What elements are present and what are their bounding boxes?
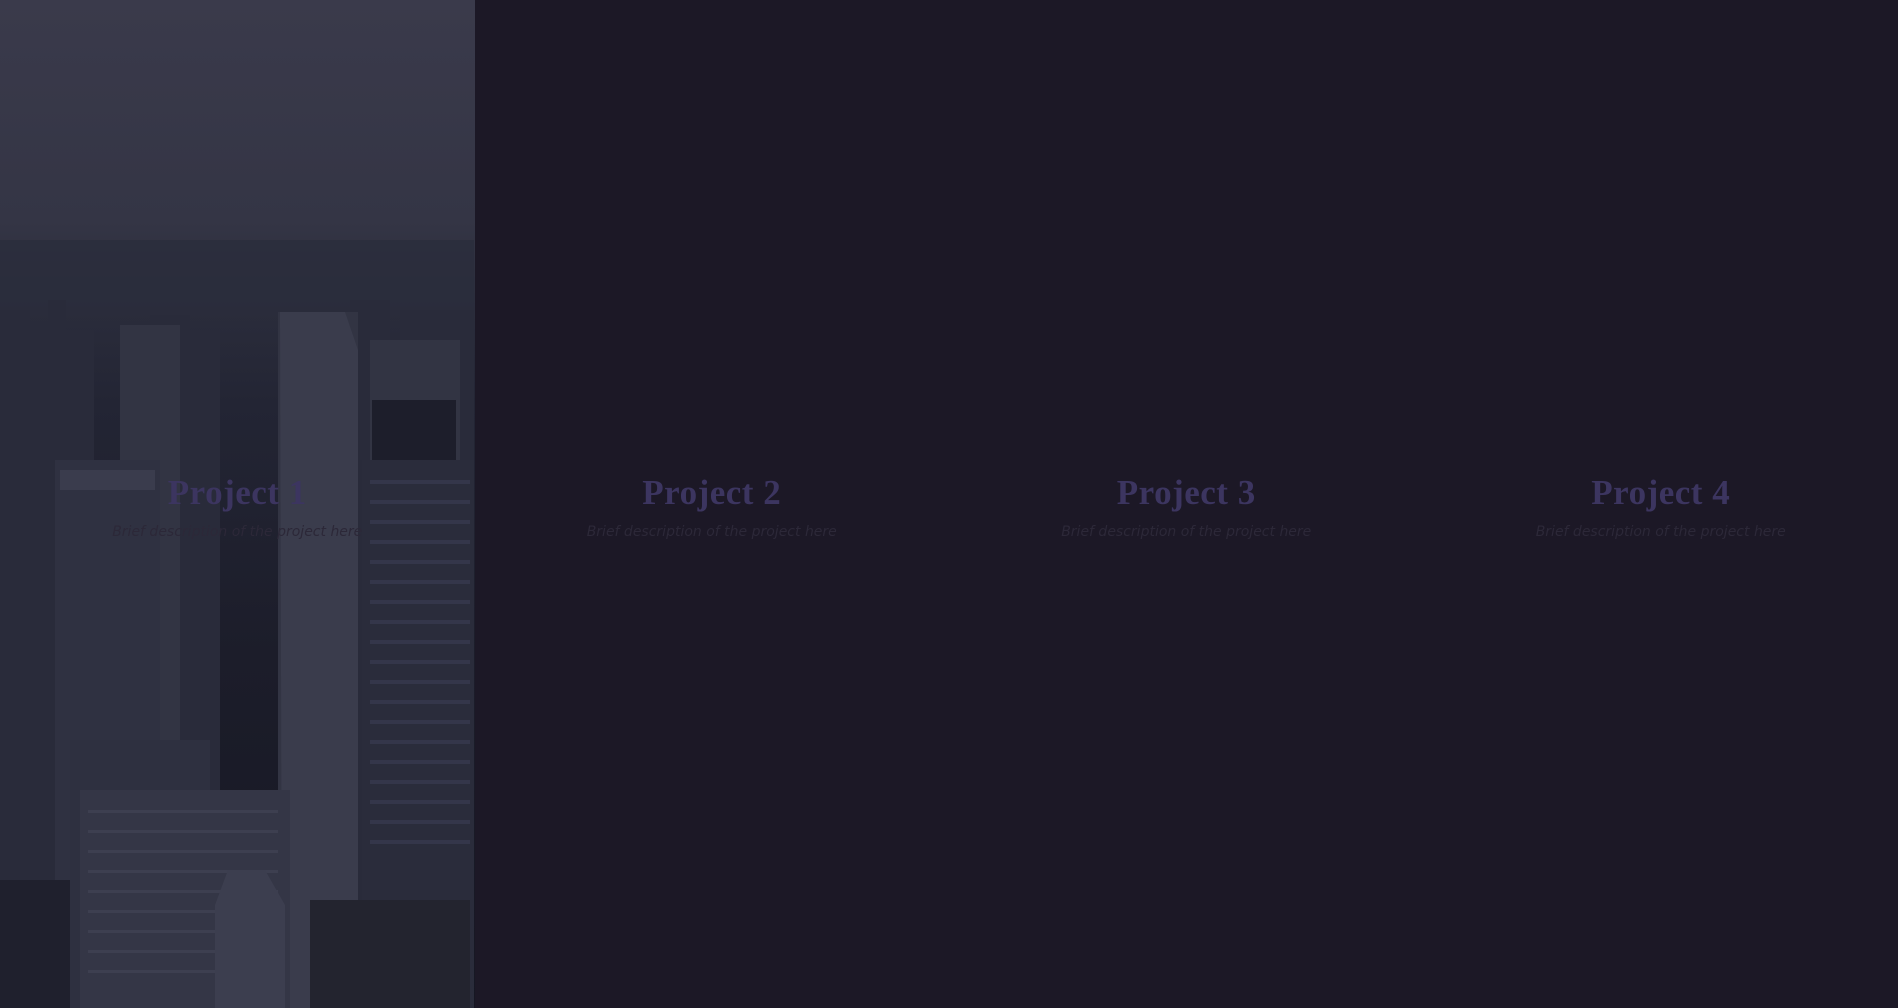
project-gallery: Project 1 Brief description of the proje…	[0, 0, 1898, 1008]
project-2-title: Project 2	[642, 473, 782, 512]
project-2-description: Brief description of the project here	[586, 524, 837, 540]
project-4-description: Brief description of the project here	[1535, 524, 1786, 540]
project-panel-2[interactable]: Project 2 Brief description of the proje…	[474, 0, 950, 1008]
project-3-description: Brief description of the project here	[1061, 524, 1312, 540]
project-1-description: Brief description of the project here	[112, 524, 363, 540]
project-4-caption: Project 4 Brief description of the proje…	[1424, 470, 1898, 542]
project-panel-4[interactable]: Project 4 Brief description of the proje…	[1423, 0, 1898, 1008]
project-panel-1[interactable]: Project 1 Brief description of the proje…	[0, 0, 475, 1008]
project-panel-3[interactable]: Project 3 Brief description of the proje…	[949, 0, 1424, 1008]
project-1-title: Project 1	[167, 473, 307, 512]
project-3-caption: Project 3 Brief description of the proje…	[949, 470, 1424, 542]
project-3-title: Project 3	[1116, 473, 1256, 512]
project-2-caption: Project 2 Brief description of the proje…	[475, 470, 950, 542]
project-1-caption: Project 1 Brief description of the proje…	[0, 470, 475, 542]
project-4-title: Project 4	[1591, 473, 1731, 512]
